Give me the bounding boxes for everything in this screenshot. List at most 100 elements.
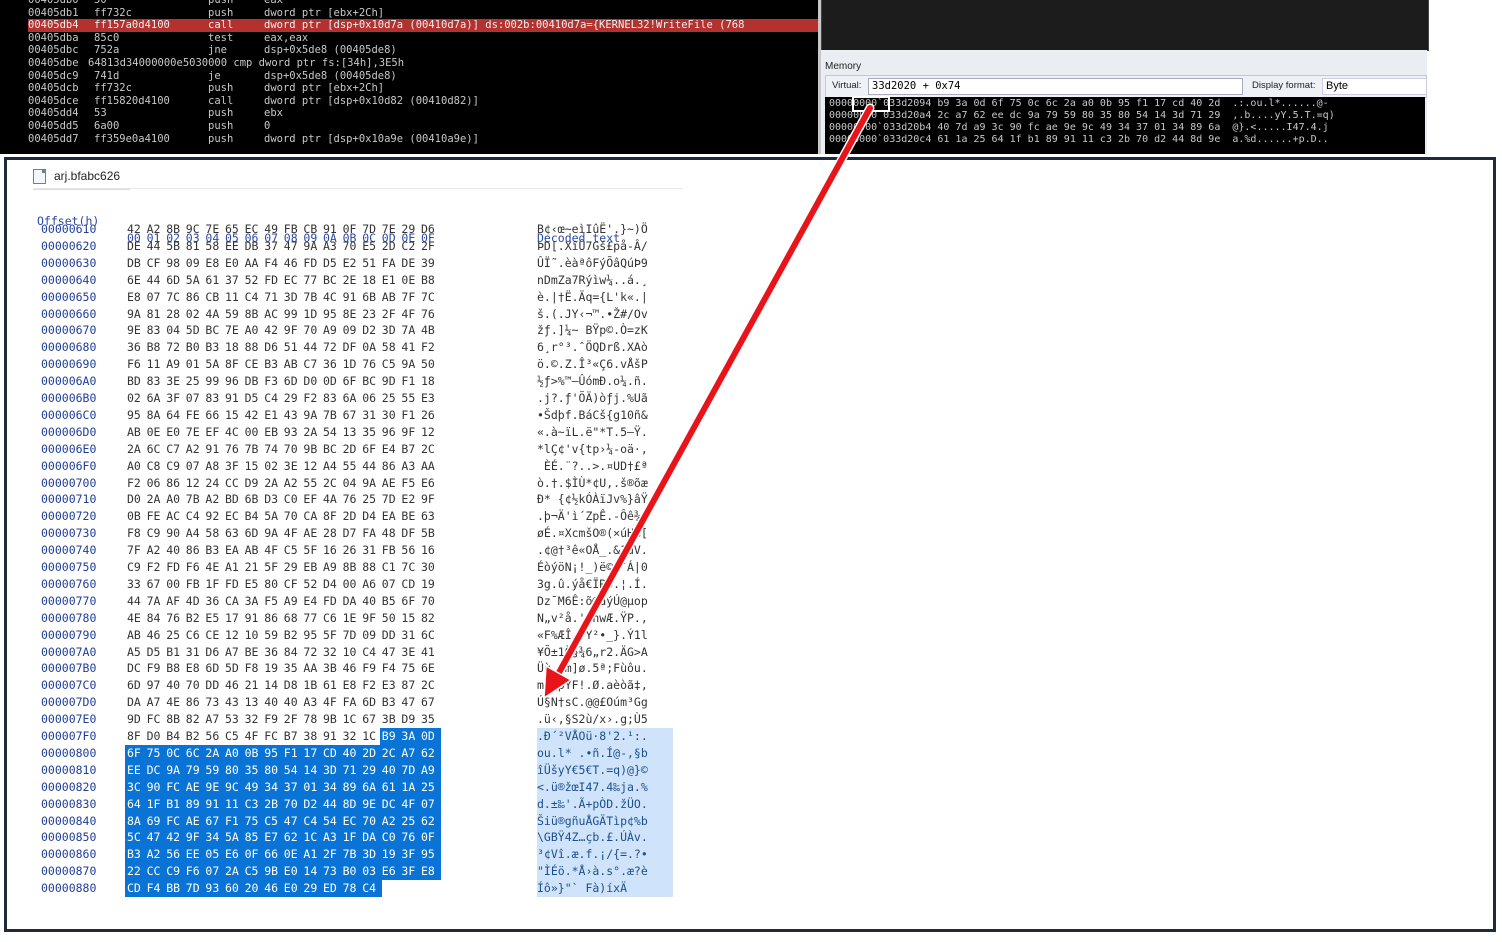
hex-byte[interactable]: 89: [342, 778, 362, 796]
hex-byte[interactable]: BB: [166, 880, 186, 898]
hex-byte[interactable]: D6: [421, 221, 440, 238]
hex-byte[interactable]: 35: [244, 761, 264, 779]
hex-byte[interactable]: 5C: [127, 829, 146, 847]
hex-byte[interactable]: 48: [382, 525, 401, 542]
hex-byte[interactable]: 07: [205, 863, 225, 881]
hex-row[interactable]: 00000800 6F 75 0C 6C 2A A0 0B 95 F1 17 CD 40 2D 2C A7 62…: [7, 744, 707, 762]
decoded-text[interactable]: "ÌÉö.*Å›à.s°.æ?è: [537, 863, 673, 881]
hex-byte[interactable]: D2: [303, 795, 323, 813]
hex-byte[interactable]: FC: [264, 728, 283, 745]
hex-byte[interactable]: F4: [264, 255, 283, 272]
hex-byte[interactable]: E2: [343, 255, 362, 272]
hex-byte[interactable]: 84: [284, 644, 303, 661]
hex-byte[interactable]: 15: [245, 458, 264, 475]
hex-byte[interactable]: 67: [362, 711, 381, 728]
disassembly-line[interactable]: 00405dbe 64813d34000000e5030000 cmp dword…: [28, 57, 818, 70]
hex-byte[interactable]: 72: [323, 339, 342, 356]
hex-byte[interactable]: 9E: [205, 778, 225, 796]
hex-byte[interactable]: 42: [166, 829, 186, 847]
hex-byte[interactable]: 49: [244, 778, 264, 796]
hex-row[interactable]: 00000740 7F A2 40 86 B3 EA AB 4F C5 5F 16 26 31 FB 56 16…: [7, 542, 707, 559]
hex-byte[interactable]: E8: [421, 863, 440, 881]
hex-byte[interactable]: C5: [244, 863, 264, 881]
decoded-text[interactable]: ³¢Vî.æ.f.¡/{=.?•: [537, 846, 673, 864]
hex-byte[interactable]: 19: [381, 846, 401, 864]
decoded-text[interactable]: N„v²å.'†hwÆ.ŸP.,: [537, 610, 673, 627]
hex-byte[interactable]: A0: [225, 744, 244, 762]
hex-byte[interactable]: 6D: [166, 272, 185, 289]
hex-byte[interactable]: 05: [205, 846, 225, 864]
hex-byte[interactable]: E8: [127, 289, 146, 306]
hex-byte[interactable]: DC: [381, 795, 401, 813]
hex-byte[interactable]: 82: [421, 610, 440, 627]
hex-byte[interactable]: 91: [245, 610, 264, 627]
hex-byte[interactable]: 06: [147, 475, 166, 492]
hex-byte[interactable]: 59: [205, 761, 225, 779]
hex-byte[interactable]: 8F: [323, 508, 342, 525]
hex-byte[interactable]: 5F: [303, 542, 322, 559]
hex-byte[interactable]: F9: [362, 660, 381, 677]
hex-byte[interactable]: 80: [264, 576, 283, 593]
hex-byte[interactable]: 9E: [362, 795, 382, 813]
hex-byte[interactable]: A3: [401, 458, 420, 475]
hex-byte[interactable]: 0F: [421, 829, 440, 847]
hex-byte[interactable]: DE: [127, 238, 146, 255]
hex-byte[interactable]: B2: [186, 728, 205, 745]
hex-byte[interactable]: EA: [382, 508, 401, 525]
hex-byte[interactable]: AB: [284, 356, 303, 373]
hex-byte[interactable]: 40: [166, 677, 185, 694]
hex-byte[interactable]: CD: [127, 880, 146, 898]
hex-byte[interactable]: 6A: [343, 390, 362, 407]
hex-byte[interactable]: 6A: [362, 778, 382, 796]
hex-byte[interactable]: 91: [343, 289, 362, 306]
hex-row[interactable]: 00000610 42 A2 8B 9C 7E 65 EC 49 FB CB 91 0F 7D 7E 29 D6…: [7, 221, 707, 238]
hex-byte[interactable]: 66: [205, 407, 224, 424]
hex-byte[interactable]: C5: [284, 542, 303, 559]
hex-byte[interactable]: D9: [245, 475, 264, 492]
hex-byte[interactable]: 34: [205, 829, 225, 847]
hex-byte[interactable]: 6E: [127, 272, 146, 289]
hex-byte[interactable]: 28: [323, 525, 342, 542]
hex-byte[interactable]: A3: [323, 238, 342, 255]
hex-byte[interactable]: 70: [362, 812, 382, 830]
hex-byte[interactable]: E8: [205, 255, 224, 272]
hex-byte[interactable]: 3E: [401, 644, 420, 661]
hex-byte[interactable]: 8B: [245, 306, 264, 323]
hex-byte[interactable]: 19: [421, 576, 440, 593]
hex-byte[interactable]: 30: [382, 407, 401, 424]
hex-byte[interactable]: F9: [147, 660, 166, 677]
hex-byte[interactable]: A7: [147, 694, 166, 711]
hex-byte[interactable]: 15: [401, 610, 420, 627]
hex-byte[interactable]: 41: [401, 339, 420, 356]
hex-byte[interactable]: 6D: [245, 525, 264, 542]
decoded-text[interactable]: .Ð´²VÅOü·8'2.¹:.: [537, 728, 673, 745]
hex-byte[interactable]: CE: [205, 627, 224, 644]
hex-byte[interactable]: 3A: [245, 593, 264, 610]
hex-byte[interactable]: EB: [264, 424, 283, 441]
hex-byte[interactable]: 2D: [362, 744, 382, 762]
hex-byte[interactable]: 6D: [127, 677, 146, 694]
hex-byte[interactable]: F8: [245, 660, 264, 677]
hex-byte[interactable]: EC: [225, 508, 244, 525]
hex-byte[interactable]: 6D: [205, 660, 224, 677]
hex-byte[interactable]: 2A: [205, 744, 225, 762]
hex-row[interactable]: 00000710 D0 2A A0 7B A2 BD 6B D3 C0 EF 4A 76 25 7D E2 9F…: [7, 491, 707, 508]
decoded-text[interactable]: ¥Õ±1Ö§¾6„r2.ÄG>A: [537, 644, 673, 661]
hex-byte[interactable]: 87: [401, 677, 420, 694]
hex-byte[interactable]: DA: [127, 694, 146, 711]
hex-byte[interactable]: 5A: [205, 356, 224, 373]
decoded-text[interactable]: Ú§N†sC.@@£Oúm³Gg: [537, 694, 673, 711]
hex-byte[interactable]: B4: [245, 508, 264, 525]
hex-byte[interactable]: 9D: [382, 373, 401, 390]
decoded-text[interactable]: îÜšyY€5€T.=q)@}©: [537, 761, 673, 779]
hex-byte[interactable]: 74: [264, 441, 283, 458]
hex-byte[interactable]: D4: [323, 576, 342, 593]
hex-byte[interactable]: 7B: [245, 441, 264, 458]
hex-byte[interactable]: F4: [382, 660, 401, 677]
hex-byte[interactable]: 22: [127, 863, 146, 881]
hex-byte[interactable]: 76: [166, 610, 185, 627]
hex-byte[interactable]: 34: [264, 778, 284, 796]
hex-byte[interactable]: 9A: [303, 238, 322, 255]
hex-byte[interactable]: 7C: [401, 559, 420, 576]
hex-byte[interactable]: 02: [264, 458, 283, 475]
